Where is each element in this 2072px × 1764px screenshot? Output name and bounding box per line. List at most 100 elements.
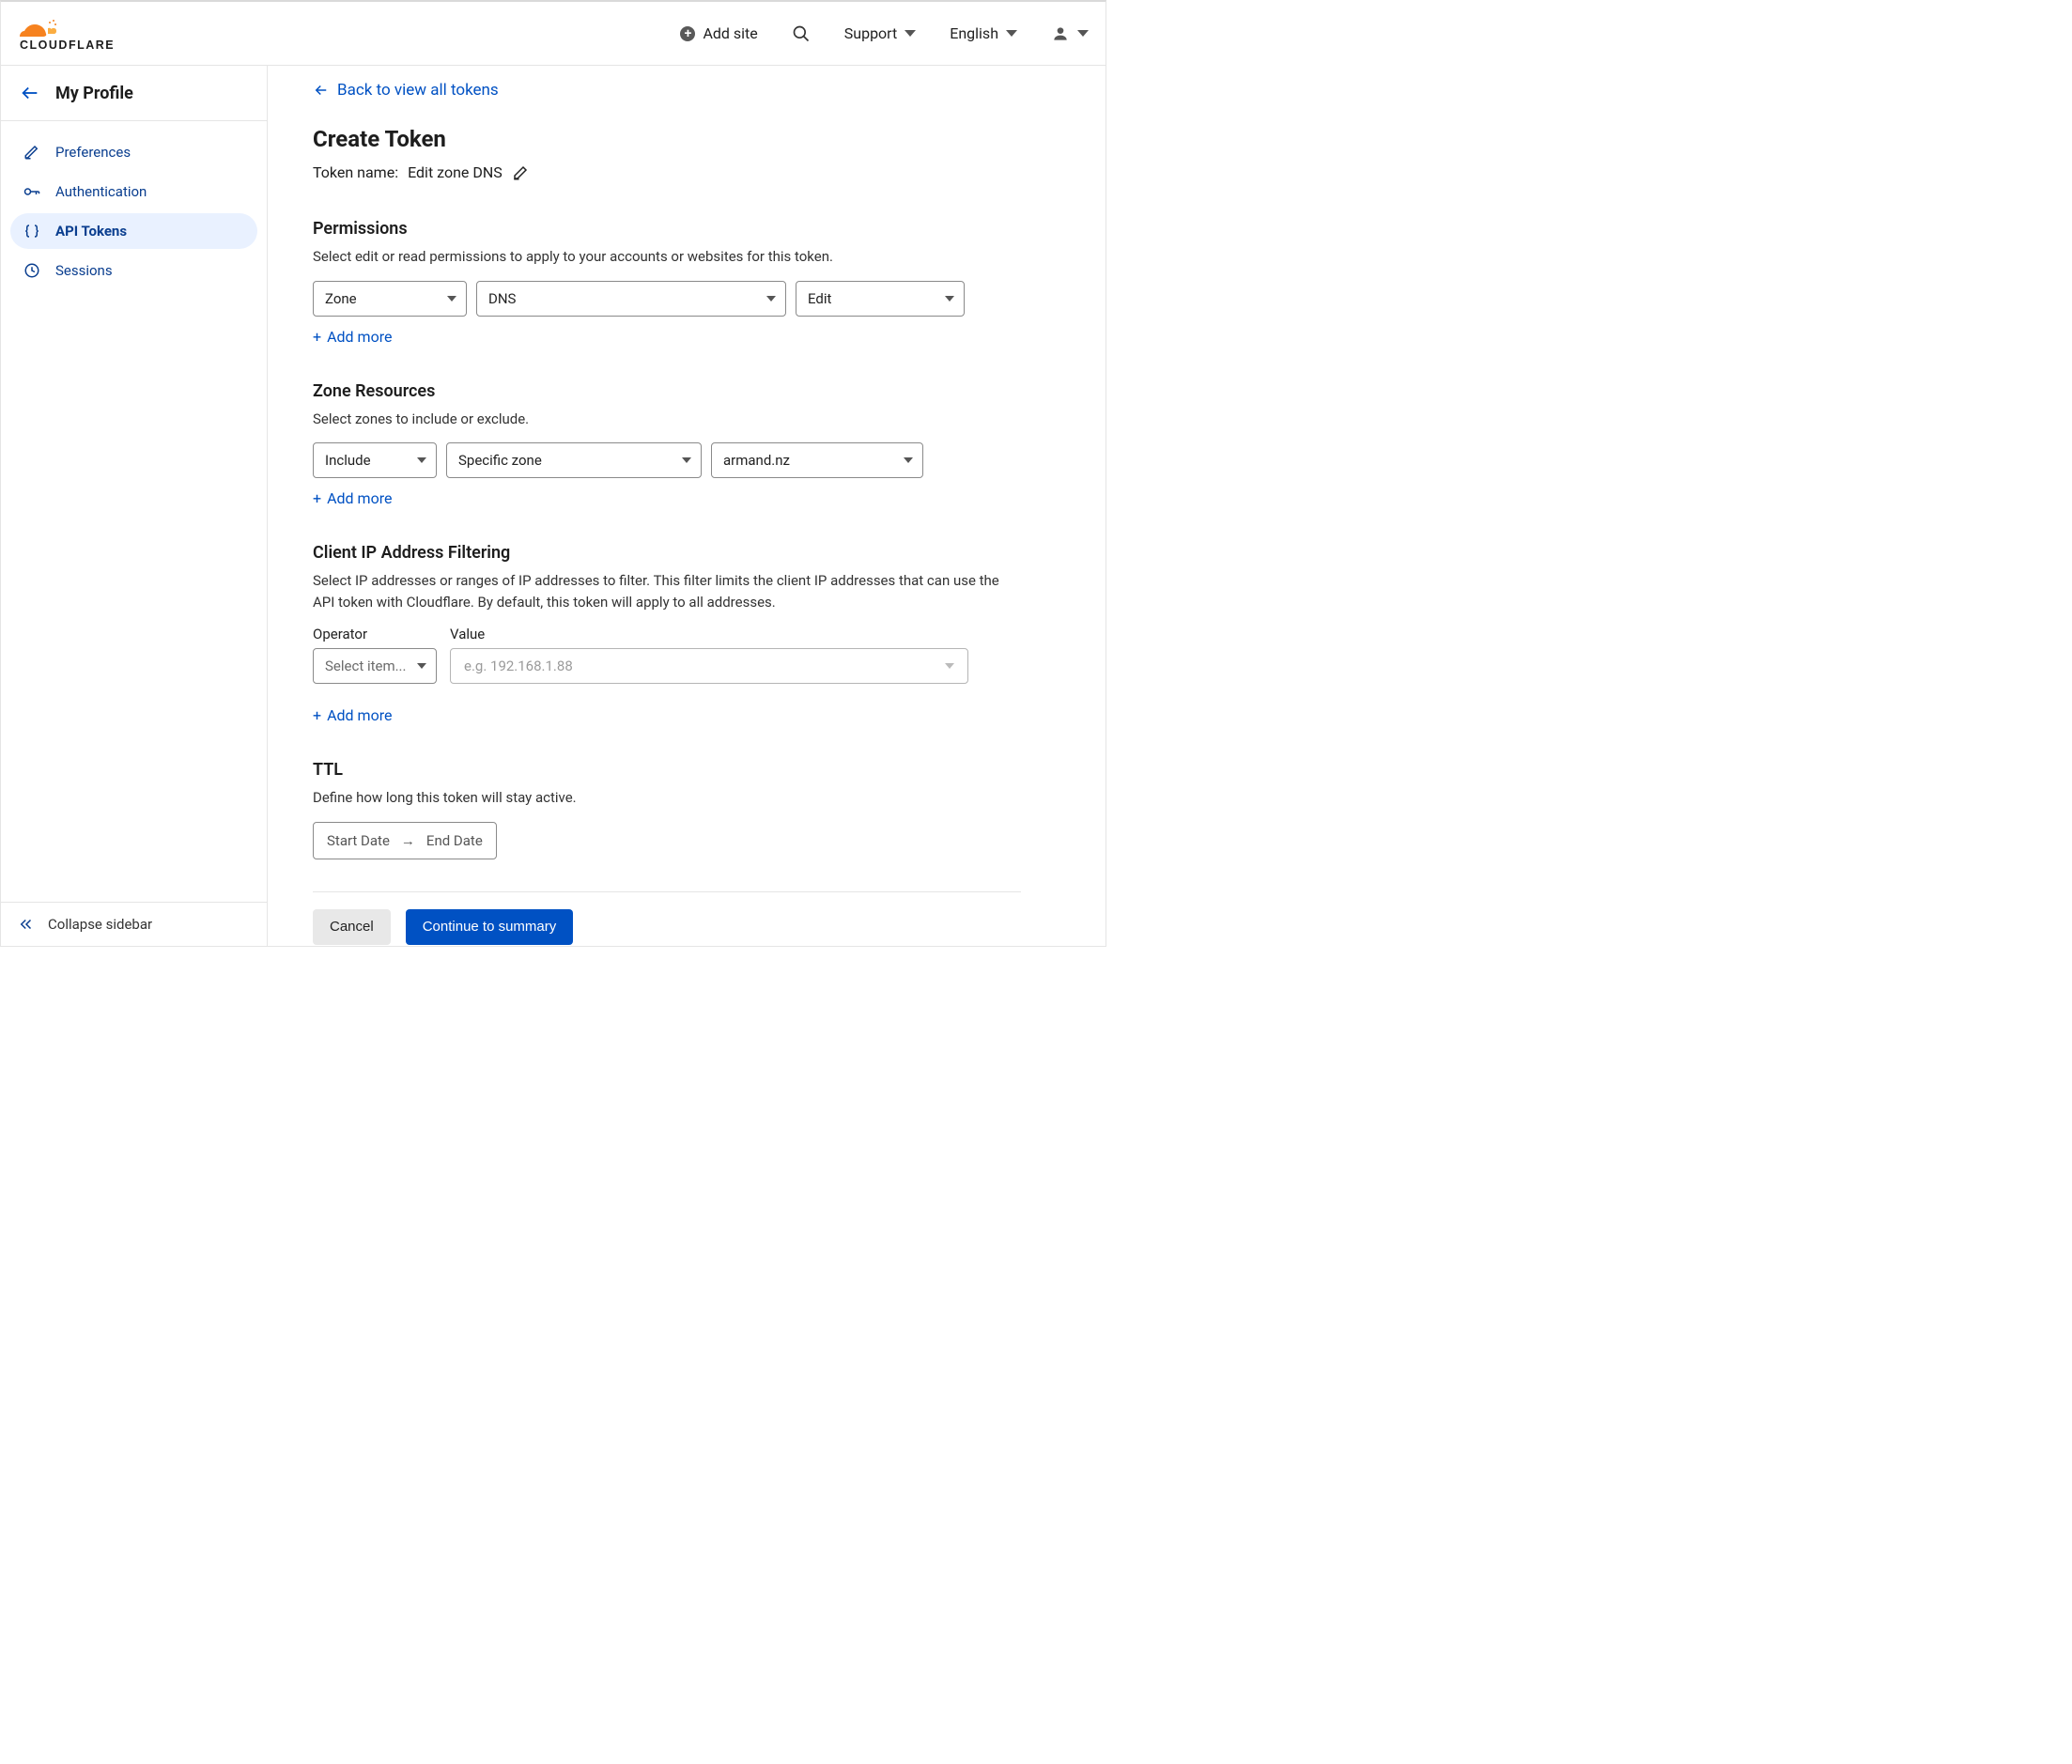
value-label: Value	[450, 626, 968, 642]
add-more-label: Add more	[327, 706, 392, 724]
search-button[interactable]	[792, 24, 811, 43]
plus-icon: +	[313, 706, 321, 724]
plus-icon: +	[313, 489, 321, 507]
zone-mode-select[interactable]: Include	[313, 442, 437, 478]
back-link-text: Back to view all tokens	[337, 81, 499, 100]
divider	[313, 891, 1021, 892]
braces-icon	[22, 223, 42, 240]
sidebar-header: My Profile	[1, 66, 267, 121]
svg-text:CLOUDFLARE: CLOUDFLARE	[20, 39, 115, 52]
ip-add-more-button[interactable]: + Add more	[313, 706, 392, 724]
back-arrow-icon[interactable]	[20, 83, 40, 103]
pencil-icon	[22, 144, 42, 161]
ttl-date-range-picker[interactable]: Start Date → End Date	[313, 822, 497, 859]
ip-operator-select[interactable]: Select item...	[313, 648, 437, 684]
support-dropdown[interactable]: Support	[844, 24, 916, 42]
zone-add-more-button[interactable]: + Add more	[313, 489, 392, 507]
sidebar-item-label: Sessions	[55, 262, 113, 279]
sidebar: My Profile Preferences	[1, 66, 268, 946]
language-dropdown[interactable]: English	[950, 24, 1017, 42]
permissions-section: Permissions Select edit or read permissi…	[313, 219, 1021, 346]
caret-down-icon	[1006, 30, 1017, 37]
caret-down-icon	[905, 30, 916, 37]
sidebar-item-authentication[interactable]: Authentication	[10, 174, 257, 209]
sidebar-item-label: Preferences	[55, 144, 131, 161]
app-window: CLOUDFLARE + Add site Support English	[0, 0, 1106, 947]
ip-filter-section: Client IP Address Filtering Select IP ad…	[313, 543, 1021, 724]
plus-circle-icon: +	[680, 26, 695, 41]
add-more-label: Add more	[327, 489, 392, 507]
key-icon	[22, 183, 42, 200]
arrow-left-icon	[313, 82, 330, 99]
sidebar-item-preferences[interactable]: Preferences	[10, 134, 257, 170]
footer-actions: Cancel Continue to summary	[313, 909, 1021, 947]
collapse-sidebar-label: Collapse sidebar	[48, 916, 152, 933]
chevrons-left-icon	[18, 916, 35, 933]
permissions-heading: Permissions	[313, 219, 1021, 239]
user-menu[interactable]	[1051, 24, 1089, 43]
permission-level-select[interactable]: Edit	[796, 281, 965, 317]
zone-name-value: armand.nz	[723, 452, 790, 469]
zone-selector-value: Specific zone	[458, 452, 542, 469]
permission-resource-value: DNS	[488, 290, 516, 307]
ip-filter-heading: Client IP Address Filtering	[313, 543, 1021, 563]
sidebar-title: My Profile	[55, 84, 133, 103]
caret-down-icon	[945, 663, 954, 669]
token-name-label: Token name:	[313, 163, 398, 181]
ttl-end-label: End Date	[426, 832, 483, 849]
zone-resources-desc: Select zones to include or exclude.	[313, 409, 1021, 430]
arrow-right-icon: →	[401, 832, 415, 849]
ip-value-placeholder: e.g. 192.168.1.88	[464, 658, 573, 674]
sidebar-nav: Preferences Authentication	[1, 121, 267, 288]
page-title: Create Token	[313, 126, 1021, 152]
clock-icon	[22, 262, 42, 279]
sidebar-item-sessions[interactable]: Sessions	[10, 253, 257, 288]
permission-scope-select[interactable]: Zone	[313, 281, 467, 317]
sidebar-item-label: Authentication	[55, 183, 147, 200]
permissions-desc: Select edit or read permissions to apply…	[313, 246, 1021, 268]
support-label: Support	[844, 24, 897, 42]
collapse-sidebar-button[interactable]: Collapse sidebar	[1, 902, 267, 946]
caret-down-icon	[417, 457, 426, 463]
zone-selector-select[interactable]: Specific zone	[446, 442, 702, 478]
add-site-label: Add site	[703, 24, 757, 42]
caret-down-icon	[945, 296, 954, 302]
edit-token-name-button[interactable]	[512, 164, 529, 181]
cancel-button[interactable]: Cancel	[313, 909, 391, 945]
permission-resource-select[interactable]: DNS	[476, 281, 786, 317]
permission-level-value: Edit	[808, 290, 831, 307]
ttl-start-label: Start Date	[327, 832, 390, 849]
token-name-row: Token name: Edit zone DNS	[313, 163, 1021, 181]
permission-scope-value: Zone	[325, 290, 357, 307]
sidebar-item-label: API Tokens	[55, 223, 127, 240]
caret-down-icon	[682, 457, 691, 463]
add-site-button[interactable]: + Add site	[680, 24, 757, 42]
caret-down-icon	[447, 296, 456, 302]
add-more-label: Add more	[327, 328, 392, 346]
caret-down-icon	[1077, 30, 1089, 37]
ttl-section: TTL Define how long this token will stay…	[313, 760, 1021, 859]
zone-resources-heading: Zone Resources	[313, 381, 1021, 401]
plus-icon: +	[313, 328, 321, 346]
zone-resources-section: Zone Resources Select zones to include o…	[313, 381, 1021, 508]
sidebar-item-api-tokens[interactable]: API Tokens	[10, 213, 257, 249]
main-content: Back to view all tokens Create Token Tok…	[268, 66, 1106, 946]
caret-down-icon	[904, 457, 913, 463]
back-to-tokens-link[interactable]: Back to view all tokens	[313, 81, 499, 100]
caret-down-icon	[766, 296, 776, 302]
global-header: CLOUDFLARE + Add site Support English	[1, 2, 1106, 66]
cloudflare-logo[interactable]: CLOUDFLARE	[20, 15, 131, 53]
ip-filter-desc: Select IP addresses or ranges of IP addr…	[313, 570, 1021, 612]
permissions-add-more-button[interactable]: + Add more	[313, 328, 392, 346]
ip-operator-placeholder: Select item...	[325, 658, 406, 674]
continue-button[interactable]: Continue to summary	[406, 909, 574, 945]
ttl-desc: Define how long this token will stay act…	[313, 787, 1021, 809]
language-label: English	[950, 24, 998, 42]
zone-mode-value: Include	[325, 452, 371, 469]
zone-name-select[interactable]: armand.nz	[711, 442, 923, 478]
body: My Profile Preferences	[1, 66, 1106, 946]
ip-value-input[interactable]: e.g. 192.168.1.88	[450, 648, 968, 684]
caret-down-icon	[417, 663, 426, 669]
operator-label: Operator	[313, 626, 437, 642]
token-name-value: Edit zone DNS	[408, 163, 503, 181]
